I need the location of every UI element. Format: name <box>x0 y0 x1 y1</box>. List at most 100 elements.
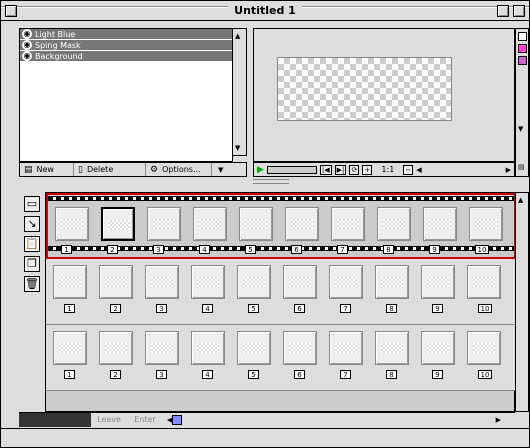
enter-button[interactable]: Enter <box>127 415 163 424</box>
scroll-left-arrow-icon[interactable]: ◀ <box>416 166 421 174</box>
document-window: Untitled 1 ◉ Light Blue ◉ Sping Mask ◉ B… <box>0 0 530 448</box>
new-layer-button[interactable]: ▤ New <box>20 163 74 176</box>
frame-thumbnail <box>105 277 127 287</box>
animation-track[interactable]: 1 2 3 4 5 6 7 8 9 10 <box>46 325 516 391</box>
frame-cell[interactable] <box>99 265 133 299</box>
arrow-tool-icon[interactable]: ↘ <box>24 216 40 232</box>
frame-cell[interactable] <box>329 331 363 365</box>
frame-thumbnail <box>383 219 405 229</box>
zoom-box-icon[interactable] <box>497 5 509 17</box>
eye-icon[interactable]: ◉ <box>22 29 32 39</box>
loop-button[interactable]: ⟳ <box>349 164 360 175</box>
frame-cell[interactable] <box>99 331 133 365</box>
frame-cell[interactable] <box>283 331 317 365</box>
new-page-icon[interactable]: ▤ <box>518 163 525 171</box>
collapse-box-icon[interactable] <box>513 5 525 17</box>
layer-row[interactable]: ◉ Light Blue <box>20 29 232 40</box>
delete-label: Delete <box>86 165 114 174</box>
frame-cell[interactable] <box>423 207 457 241</box>
frame-cell[interactable] <box>421 331 455 365</box>
frame-tool-icon[interactable]: ▭ <box>24 196 40 212</box>
paste-tool-icon[interactable]: 📋 <box>24 236 40 252</box>
scroll-down-arrow-icon[interactable]: ▼ <box>235 144 240 152</box>
scroll-down-arrow-icon[interactable]: ▼ <box>218 166 223 174</box>
step-forward-button[interactable]: ▶| <box>334 164 347 175</box>
scroll-thumb[interactable] <box>172 414 183 425</box>
frame-cell[interactable] <box>145 265 179 299</box>
frame-cell[interactable] <box>469 207 503 241</box>
frame-cell[interactable] <box>147 207 181 241</box>
frame-cell[interactable] <box>375 265 409 299</box>
playback-bar: ▶ |◀ ▶| ⟳ + 1:1 − ◀ ▶ <box>253 162 515 177</box>
animation-track-active[interactable]: 1 2 3 4 5 6 7 8 9 10 <box>46 193 516 259</box>
frame-thumbnail <box>289 343 311 353</box>
frame-cell[interactable] <box>283 265 317 299</box>
title-bar[interactable]: Untitled 1 <box>1 1 529 21</box>
color-swatch-icon[interactable] <box>518 32 527 41</box>
frame-number: 10 <box>478 304 492 313</box>
frame-cell[interactable] <box>329 265 363 299</box>
zoom-in-button[interactable]: + <box>362 164 373 175</box>
status-bar <box>1 428 529 447</box>
frame-cell[interactable] <box>101 207 135 241</box>
delete-layer-button[interactable]: ▯ Delete <box>74 163 146 176</box>
frames-timeline: 1 2 3 4 5 6 7 8 9 10 1 2 3 4 5 6 7 8 9 10 1 2 3 4 5 6 7 8 9 10 <box>45 192 516 412</box>
frame-thumbnail <box>337 219 359 229</box>
frame-cell[interactable] <box>237 265 271 299</box>
frame-cell[interactable] <box>53 265 87 299</box>
trash-icon[interactable]: 🗑 <box>24 276 40 292</box>
layer-list-scrollbar[interactable]: ▲ ▼ <box>233 28 247 156</box>
frame-cell[interactable] <box>191 265 225 299</box>
scroll-right-arrow-icon[interactable]: ▶ <box>496 416 501 424</box>
frame-cell[interactable] <box>193 207 227 241</box>
timeline-footer: Leave Enter ◀ ▶ <box>19 412 515 427</box>
zoom-out-button[interactable]: − <box>403 164 414 175</box>
frame-cell[interactable] <box>285 207 319 241</box>
frame-thumbnail <box>59 277 81 287</box>
frame-thumbnail <box>243 343 265 353</box>
frame-cell[interactable] <box>467 265 501 299</box>
step-back-button[interactable]: |◀ <box>319 164 332 175</box>
scroll-up-arrow-icon[interactable]: ▲ <box>518 196 523 204</box>
timeline-scrollbar[interactable]: ▲ <box>515 192 529 412</box>
frame-cell[interactable] <box>467 331 501 365</box>
options-button[interactable]: ⚙ Options... <box>146 163 212 176</box>
frame-thumbnail <box>381 277 403 287</box>
frame-thumbnail <box>429 219 451 229</box>
scroll-right-arrow-icon[interactable]: ▶ <box>506 166 511 174</box>
preview-scrollbar[interactable]: ▼ ▤ <box>515 28 529 177</box>
frame-cell[interactable] <box>331 207 365 241</box>
frame-slider[interactable] <box>266 165 317 174</box>
frame-number: 1 <box>64 370 75 379</box>
layer-row[interactable]: ◉ Background <box>20 51 232 62</box>
frame-cell[interactable] <box>145 331 179 365</box>
scroll-up-arrow-icon[interactable]: ▲ <box>235 32 240 40</box>
frame-thumbnail <box>243 277 265 287</box>
duplicate-tool-icon[interactable]: ❐ <box>24 256 40 272</box>
frame-cell[interactable] <box>375 331 409 365</box>
frame-cell[interactable] <box>55 207 89 241</box>
frame-cell[interactable] <box>239 207 273 241</box>
color-swatch-icon[interactable] <box>518 56 527 65</box>
frame-thumbnail <box>197 343 219 353</box>
frame-thumbnail <box>151 343 173 353</box>
leave-button[interactable]: Leave <box>91 415 127 424</box>
frame-cell[interactable] <box>53 331 87 365</box>
layer-row[interactable]: ◉ Sping Mask <box>20 40 232 51</box>
frame-cell[interactable] <box>191 331 225 365</box>
frame-number: 9 <box>429 245 440 254</box>
frame-cell[interactable] <box>421 265 455 299</box>
frame-thumbnail <box>381 343 403 353</box>
frame-number: 8 <box>386 370 397 379</box>
new-page-icon: ▤ <box>24 164 33 175</box>
animation-track[interactable]: 1 2 3 4 5 6 7 8 9 10 <box>46 259 516 325</box>
eye-icon[interactable]: ◉ <box>22 40 32 50</box>
layer-name: Background <box>35 51 83 61</box>
color-swatch-icon[interactable] <box>518 44 527 53</box>
play-icon[interactable]: ▶ <box>257 165 264 175</box>
frame-cell[interactable] <box>237 331 271 365</box>
frame-cell[interactable] <box>377 207 411 241</box>
pane-splitter[interactable] <box>253 179 289 184</box>
scroll-down-arrow-icon[interactable]: ▼ <box>518 125 523 133</box>
eye-icon[interactable]: ◉ <box>22 51 32 61</box>
